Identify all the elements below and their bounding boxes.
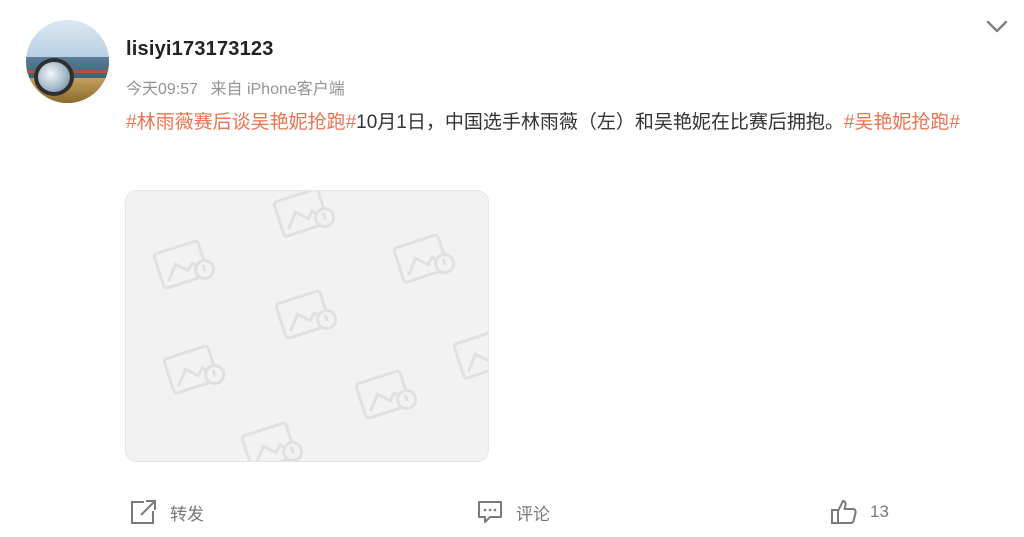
post-meta: 今天09:57 来自 iPhone客户端 <box>126 75 345 99</box>
image-placeholder-icon <box>392 233 456 284</box>
repost-label: 转发 <box>170 504 204 524</box>
comment-button[interactable]: 评论 <box>476 490 550 534</box>
comment-label: 评论 <box>516 504 550 524</box>
thumbs-up-icon <box>831 500 857 524</box>
image-placeholder-icon <box>274 289 338 340</box>
like-button[interactable]: 13 <box>830 490 889 534</box>
avatar[interactable] <box>26 20 109 103</box>
weibo-post-card: lisiyi173173123 今天09:57 来自 iPhone客户端 #林雨… <box>0 0 1024 537</box>
repost-button[interactable]: 转发 <box>128 490 204 534</box>
image-placeholder-icon <box>452 329 488 380</box>
topic-link[interactable]: #林雨薇赛后谈吴艳妮抢跑# <box>126 112 356 133</box>
image-placeholder-icon <box>354 369 418 420</box>
topic-link[interactable]: #吴艳妮抢跑# <box>844 112 960 133</box>
post-text: 10月1日，中国选手林雨薇（左）和吴艳妮在比赛后拥抱。 <box>356 112 844 133</box>
image-placeholder-icon <box>152 239 216 290</box>
comment-icon <box>478 501 502 523</box>
post-source: 来自 iPhone客户端 <box>210 81 345 98</box>
like-count: 13 <box>870 502 889 521</box>
post-time[interactable]: 今天09:57 <box>126 81 198 98</box>
action-bar: 转发 评论 13 <box>0 490 1024 534</box>
post-content: #林雨薇赛后谈吴艳妮抢跑#10月1日，中国选手林雨薇（左）和吴艳妮在比赛后拥抱。… <box>126 106 1011 139</box>
image-placeholder-icon <box>162 344 226 395</box>
image-placeholder-icon <box>240 421 304 461</box>
username[interactable]: lisiyi173173123 <box>126 38 274 61</box>
chevron-down-icon[interactable] <box>984 16 1010 36</box>
share-icon <box>131 500 156 524</box>
image-placeholder[interactable] <box>125 190 489 462</box>
image-placeholder-icon <box>272 191 336 238</box>
